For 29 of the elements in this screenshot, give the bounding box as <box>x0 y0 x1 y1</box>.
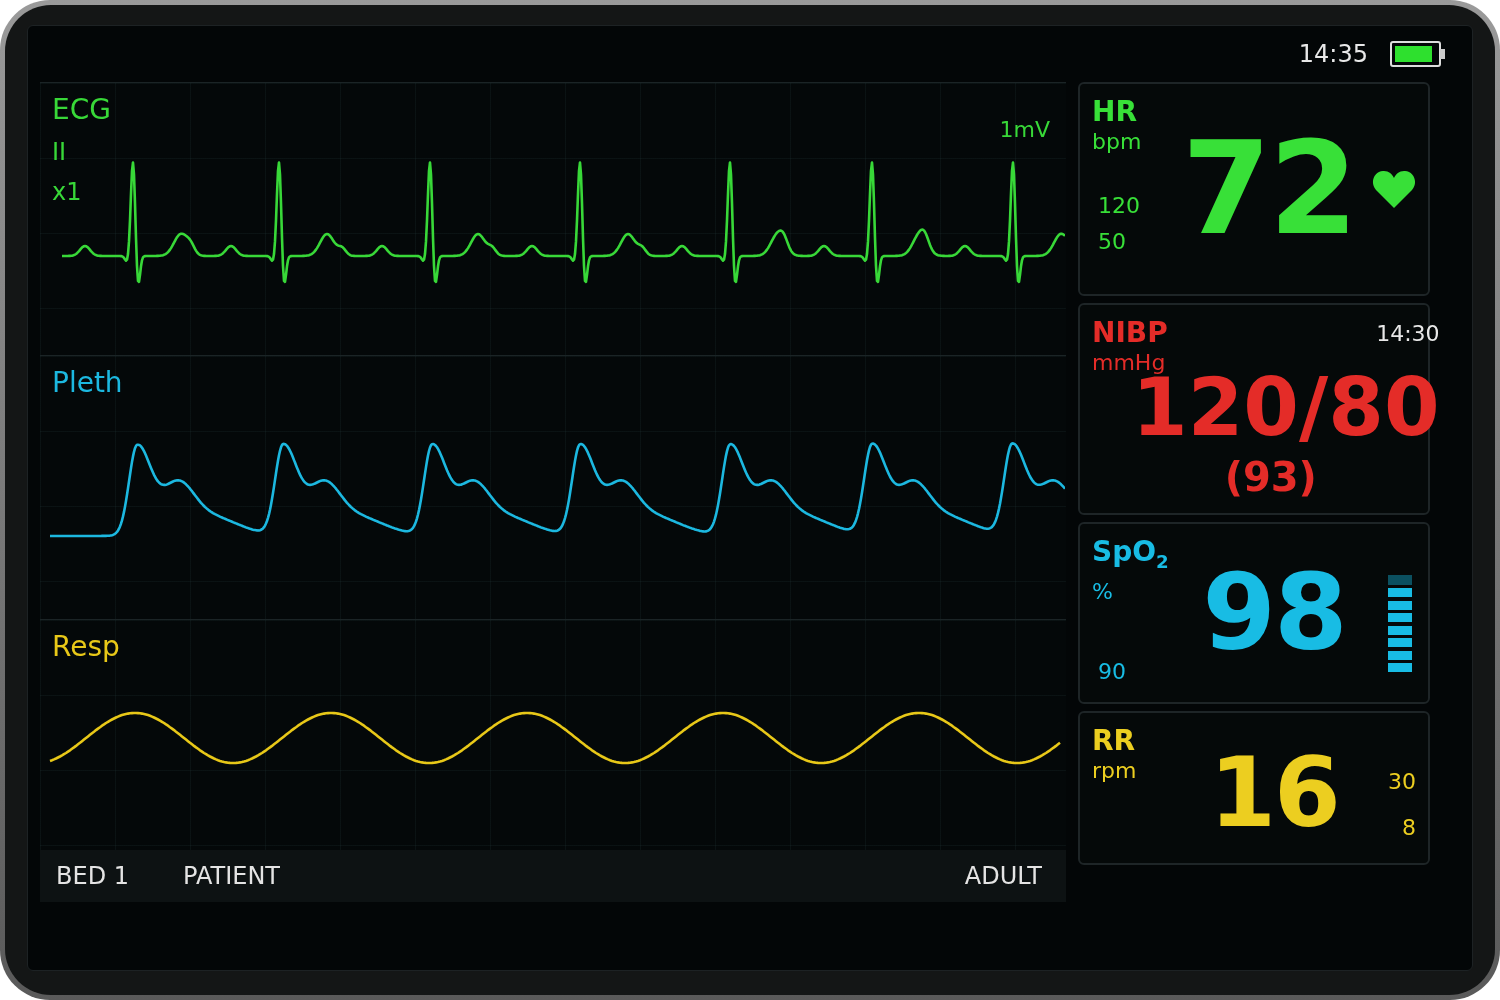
vital-value: 16 <box>1209 745 1339 841</box>
unit-label: rpm <box>1092 757 1137 785</box>
vital-value: 72 <box>1182 125 1357 253</box>
patient-category: ADULT <box>964 862 1042 890</box>
measurement-time: 14:30 <box>1376 321 1440 346</box>
alarm-limit: 90 <box>1097 658 1126 686</box>
vital-label: NIBP <box>1092 317 1168 349</box>
waveform-label: Pleth <box>52 366 123 400</box>
bed-label: BED 1 <box>56 862 129 890</box>
waveform-label: Resp <box>52 630 120 664</box>
vital-label: RR <box>1092 725 1136 757</box>
alarm-limit: 30 <box>1387 768 1416 796</box>
mean-pressure: (93) <box>1223 454 1318 501</box>
lead-label: II <box>52 137 67 167</box>
scale-label: 1mV <box>999 117 1050 142</box>
waveform-label: ECG <box>52 93 111 127</box>
unit-label: % <box>1092 577 1113 606</box>
battery-icon <box>1390 41 1446 67</box>
gain-label: x1 <box>52 177 82 207</box>
clock: 14:35 <box>1298 40 1368 68</box>
patient-label: PATIENT <box>183 862 281 890</box>
vital-value: 98 <box>1202 560 1346 666</box>
heart-icon <box>1372 169 1417 209</box>
alarm-limit: 120 <box>1097 192 1140 220</box>
vital-label: HR <box>1092 96 1137 128</box>
alarm-limit: 8 <box>1401 814 1416 842</box>
unit-label: bpm <box>1092 128 1142 156</box>
vital-label: SpO$_{2}$ <box>1092 536 1169 574</box>
alarm-limit: 50 <box>1097 228 1126 256</box>
